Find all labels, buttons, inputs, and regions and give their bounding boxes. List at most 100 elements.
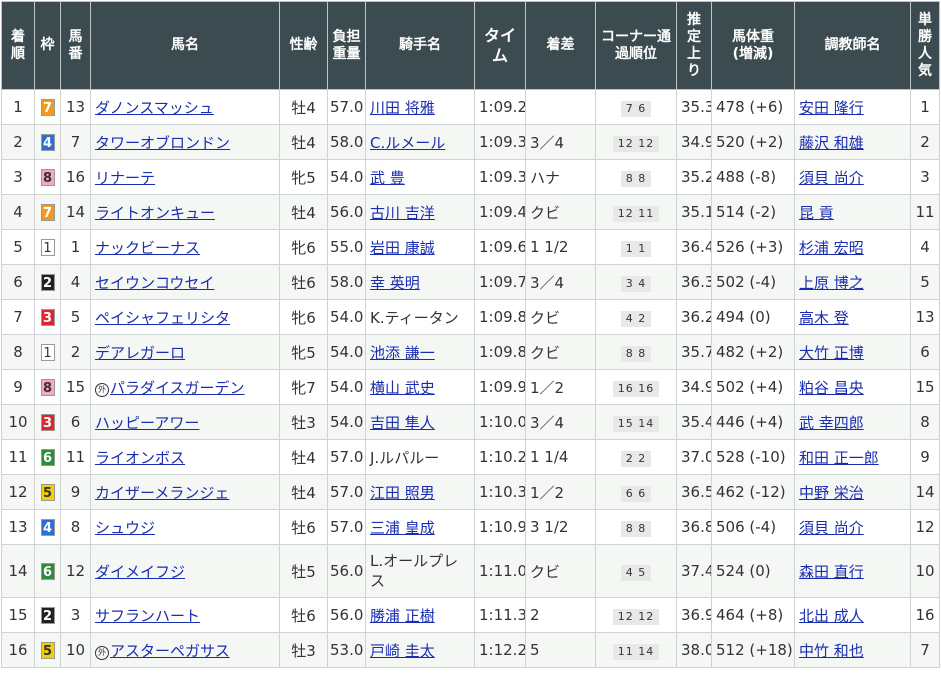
sex-age-cell: 牡3 <box>279 404 328 440</box>
horse-name-link[interactable]: ハッピーアワー <box>95 414 199 432</box>
time-cell: 1:09.8 <box>474 334 526 370</box>
body-weight-cell: 526 (+3) <box>711 229 795 265</box>
trainer-link[interactable]: 粕谷 昌央 <box>799 379 864 397</box>
last3f-cell: 36.8 <box>676 509 712 545</box>
horse-name-link[interactable]: カイザーメランジェ <box>95 484 229 502</box>
corner-cell: 11 14 <box>595 632 677 668</box>
table-row: 5 1 1 ナックビーナス 牝6 55.0 岩田 康誠 1:09.6 1 1/2 1 1 36.4 5… <box>1 229 940 265</box>
jockey-link[interactable]: 武 豊 <box>370 169 405 187</box>
jockey-link[interactable]: 勝浦 正樹 <box>370 607 435 625</box>
time-cell: 1:09.6 <box>474 229 526 265</box>
horse-name-link[interactable]: アスターペガサス <box>110 642 230 660</box>
jockey-link[interactable]: 戸崎 圭太 <box>370 642 435 660</box>
jockey-cell: 武 豊 <box>365 159 475 195</box>
corner-positions: 8 8 <box>620 345 652 362</box>
trainer-link[interactable]: 藤沢 和雄 <box>799 134 864 152</box>
trainer-link[interactable]: 須貝 尚介 <box>799 519 864 537</box>
results-table-container: 着順 枠 馬番 馬名 性齢 負担重量 騎手名 タイム 着差 コーナー通過順位 推… <box>1 1 940 668</box>
waku-cell: 5 <box>34 632 61 668</box>
waku-cell: 7 <box>34 194 61 230</box>
trainer-link[interactable]: 大竹 正博 <box>799 344 864 362</box>
waku-cell: 8 <box>34 369 61 405</box>
trainer-cell: 上原 博之 <box>794 264 911 300</box>
trainer-link[interactable]: 中野 栄治 <box>799 484 864 502</box>
horse-name-link[interactable]: セイウンコウセイ <box>95 274 214 292</box>
corner-positions: 12 12 <box>612 135 660 152</box>
horse-name-link[interactable]: ダノンスマッシュ <box>95 99 214 117</box>
trainer-link[interactable]: 須貝 尚介 <box>799 169 864 187</box>
horse-name-link[interactable]: ナックビーナス <box>95 239 200 257</box>
jockey-link[interactable]: 吉田 隼人 <box>370 414 435 432</box>
horse-name-link[interactable]: パラダイスガーデン <box>110 379 245 397</box>
horse-name-link[interactable]: ダイメイフジ <box>95 563 185 581</box>
corner-cell: 16 16 <box>595 369 677 405</box>
waku-cell: 6 <box>34 544 61 598</box>
sex-age-cell: 牝5 <box>279 159 328 195</box>
waku-cell: 2 <box>34 264 61 300</box>
trainer-link[interactable]: 中竹 和也 <box>799 642 864 660</box>
jockey-link[interactable]: 池添 謙一 <box>370 344 435 362</box>
weight-cell: 54.0 <box>327 299 366 335</box>
jockey-cell: 横山 武史 <box>365 369 475 405</box>
horse-name-cell: セイウンコウセイ <box>90 264 280 300</box>
trainer-link[interactable]: 安田 隆行 <box>799 99 864 117</box>
sex-age-cell: 牡4 <box>279 194 328 230</box>
waku-cell: 4 <box>34 509 61 545</box>
jockey-link[interactable]: 川田 将雅 <box>370 99 435 117</box>
time-cell: 1:09.7 <box>474 264 526 300</box>
corner-positions: 11 14 <box>612 643 660 660</box>
corner-cell: 6 6 <box>595 474 677 510</box>
waku-badge: 8 <box>40 169 55 186</box>
jockey-link[interactable]: 岩田 康誠 <box>370 239 435 257</box>
trainer-link[interactable]: 森田 直行 <box>799 563 864 581</box>
margin-cell: 5 <box>525 632 596 668</box>
corner-cell: 7 6 <box>595 89 677 125</box>
trainer-link[interactable]: 高木 登 <box>799 309 849 327</box>
rank-cell: 9 <box>1 369 35 405</box>
horse-name-link[interactable]: ライオンボス <box>95 449 185 467</box>
rank-cell: 6 <box>1 264 35 300</box>
popularity-cell: 12 <box>910 509 940 545</box>
trainer-link[interactable]: 上原 博之 <box>799 274 864 292</box>
jockey-link[interactable]: 三浦 皇成 <box>370 519 435 537</box>
rank-cell: 12 <box>1 474 35 510</box>
corner-positions: 4 2 <box>620 310 652 327</box>
sex-age-cell: 牡6 <box>279 264 328 300</box>
table-row: 14 6 12 ダイメイフジ 牡5 56.0 L.オールプレス 1:11.0 クビ 4 5 37.4… <box>1 544 940 598</box>
weight-cell: 54.0 <box>327 159 366 195</box>
trainer-link[interactable]: 和田 正一郎 <box>799 449 879 467</box>
horse-name-link[interactable]: ライトオンキュー <box>95 204 215 222</box>
rank-cell: 1 <box>1 89 35 125</box>
table-row: 9 8 15 外パラダイスガーデン 牝7 54.0 横山 武史 1:09.9 1／2 16 16 3… <box>1 369 940 405</box>
jockey-link[interactable]: 江田 照男 <box>370 484 435 502</box>
trainer-cell: 和田 正一郎 <box>794 439 911 475</box>
trainer-link[interactable]: 昆 貢 <box>799 204 834 222</box>
body-weight-cell: 464 (+8) <box>711 597 795 633</box>
sex-age-cell: 牡3 <box>279 632 328 668</box>
horse-name-link[interactable]: サフランハート <box>95 607 200 625</box>
horse-name-link[interactable]: ペイシャフェリシタ <box>95 309 230 327</box>
horse-name-link[interactable]: リナーテ <box>95 169 155 187</box>
last3f-cell: 38.0 <box>676 632 712 668</box>
horse-name-link[interactable]: タワーオブロンドン <box>95 134 230 152</box>
col-corner: コーナー通過順位 <box>595 1 677 90</box>
weight-cell: 55.0 <box>327 229 366 265</box>
jockey-link[interactable]: 古川 吉洋 <box>370 204 435 222</box>
jockey-link[interactable]: C.ルメール <box>370 134 445 152</box>
rank-cell: 14 <box>1 544 35 598</box>
horse-name-cell: 外パラダイスガーデン <box>90 369 280 405</box>
trainer-link[interactable]: 北出 成人 <box>799 607 864 625</box>
popularity-cell: 2 <box>910 124 940 160</box>
trainer-link[interactable]: 武 幸四郎 <box>799 414 864 432</box>
sex-age-cell: 牡4 <box>279 124 328 160</box>
jockey-link[interactable]: 横山 武史 <box>370 379 435 397</box>
horse-number-cell: 14 <box>60 194 91 230</box>
horse-name-link[interactable]: シュウジ <box>95 519 155 537</box>
waku-badge: 2 <box>40 274 55 291</box>
jockey-link[interactable]: 幸 英明 <box>370 274 420 292</box>
corner-cell: 1 1 <box>595 229 677 265</box>
horse-name-link[interactable]: デアレガーロ <box>95 344 185 362</box>
trainer-link[interactable]: 杉浦 宏昭 <box>799 239 864 257</box>
rank-cell: 7 <box>1 299 35 335</box>
trainer-cell: 森田 直行 <box>794 544 911 598</box>
